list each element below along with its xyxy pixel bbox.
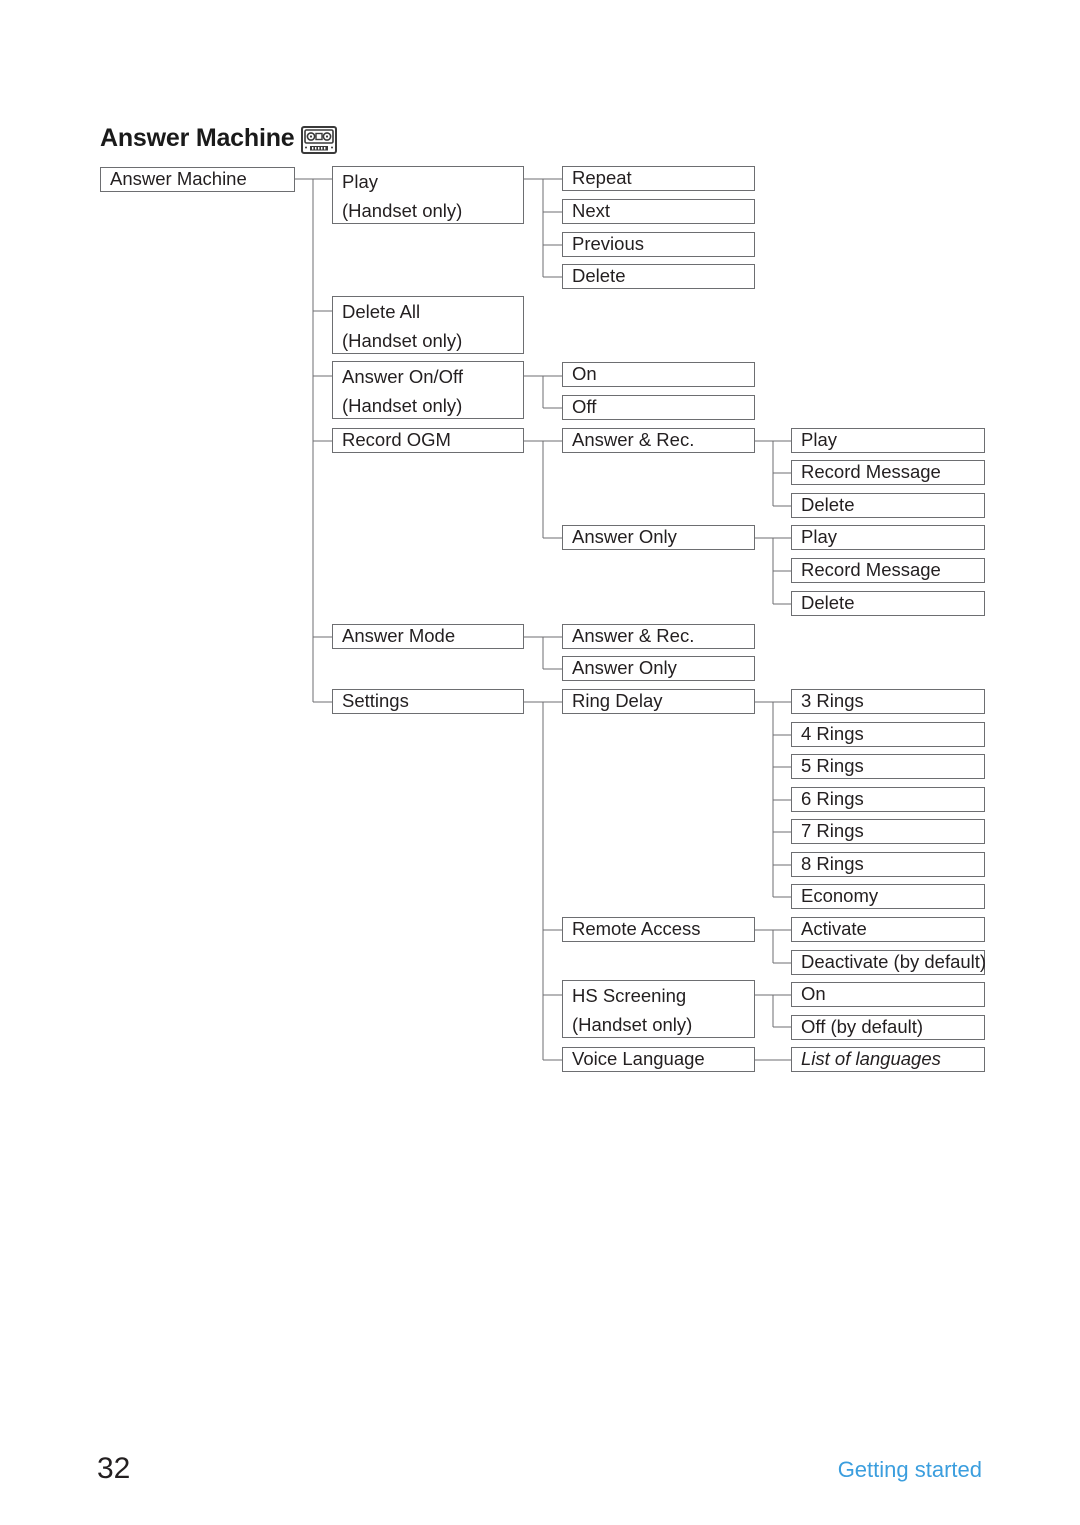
node-sublabel: (Handset only)	[342, 199, 463, 221]
node-remote-activate[interactable]: Activate	[791, 917, 985, 942]
node-play-delete[interactable]: Delete	[562, 264, 755, 289]
node-voice-language[interactable]: Voice Language	[562, 1047, 755, 1072]
page-number: 32	[97, 1452, 131, 1485]
node-label: Deactivate (by default)	[801, 951, 987, 973]
node-hs-off[interactable]: Off (by default)	[791, 1015, 985, 1040]
node-label: Answer Only	[572, 657, 677, 679]
node-label: Off (by default)	[801, 1016, 924, 1038]
node-hs-screening[interactable]: HS Screening (Handset only)	[562, 980, 755, 1038]
node-label: Answer Mode	[342, 625, 456, 647]
node-label: Remote Access	[572, 918, 701, 940]
node-remote-access[interactable]: Remote Access	[562, 917, 755, 942]
node-play-repeat[interactable]: Repeat	[562, 166, 755, 191]
node-label: Answer Machine	[110, 168, 247, 190]
node-label: Off	[572, 396, 597, 418]
node-remote-deactivate[interactable]: Deactivate (by default)	[791, 950, 987, 975]
node-ogm-answer-only[interactable]: Answer Only	[562, 525, 755, 550]
node-mode-answer-only[interactable]: Answer Only	[562, 656, 755, 681]
node-label: On	[801, 983, 826, 1005]
node-label: Delete	[801, 494, 855, 516]
node-mode-answer-and-rec[interactable]: Answer & Rec.	[562, 624, 755, 649]
page-title: Answer Machine	[100, 124, 295, 152]
node-label: Economy	[801, 885, 879, 907]
node-label: Record OGM	[342, 429, 451, 451]
node-label: Answer Only	[572, 526, 677, 548]
node-ring-6[interactable]: 6 Rings	[791, 787, 985, 812]
node-ogm-ar-play[interactable]: Play	[791, 428, 985, 453]
node-ring-4[interactable]: 4 Rings	[791, 722, 985, 747]
node-ogm-answer-and-rec[interactable]: Answer & Rec.	[562, 428, 755, 453]
node-label: Voice Language	[572, 1048, 705, 1070]
node-label: HS Screening	[572, 985, 687, 1006]
node-ring-7[interactable]: 7 Rings	[791, 819, 985, 844]
node-ogm-ao-play[interactable]: Play	[791, 525, 985, 550]
node-answer-on[interactable]: On	[562, 362, 755, 387]
node-sublabel: (Handset only)	[342, 394, 463, 416]
node-label: Answer & Rec.	[572, 625, 695, 647]
node-ogm-ao-delete[interactable]: Delete	[791, 591, 985, 616]
node-label: Repeat	[572, 167, 632, 189]
node-label: 8 Rings	[801, 853, 864, 875]
node-label: 4 Rings	[801, 723, 864, 745]
node-label: 7 Rings	[801, 820, 864, 842]
node-sublabel: (Handset only)	[342, 329, 463, 351]
node-ring-8[interactable]: 8 Rings	[791, 852, 985, 877]
node-label: 6 Rings	[801, 788, 864, 810]
node-ring-economy[interactable]: Economy	[791, 884, 985, 909]
node-answer-on-off[interactable]: Answer On/Off (Handset only)	[332, 361, 524, 419]
node-ogm-ar-record-message[interactable]: Record Message	[791, 460, 985, 485]
node-label: List of languages	[801, 1048, 941, 1070]
node-label: Play	[342, 171, 378, 192]
node-label: Next	[572, 200, 611, 222]
node-ring-5[interactable]: 5 Rings	[791, 754, 985, 779]
node-delete-all[interactable]: Delete All (Handset only)	[332, 296, 524, 354]
node-play[interactable]: Play (Handset only)	[332, 166, 524, 224]
node-label: Previous	[572, 233, 644, 255]
node-label: Ring Delay	[572, 690, 663, 712]
node-ogm-ao-record-message[interactable]: Record Message	[791, 558, 985, 583]
node-label: Answer & Rec.	[572, 429, 695, 451]
node-label: Play	[801, 429, 837, 451]
node-label: On	[572, 363, 597, 385]
manual-page: Answer Machine Answer Machine Play (Hand…	[0, 0, 1080, 1525]
node-play-next[interactable]: Next	[562, 199, 755, 224]
node-play-previous[interactable]: Previous	[562, 232, 755, 257]
node-answer-mode[interactable]: Answer Mode	[332, 624, 524, 649]
node-ring-3[interactable]: 3 Rings	[791, 689, 985, 714]
node-label: 5 Rings	[801, 755, 864, 777]
node-label: Delete	[572, 265, 626, 287]
node-sublabel: (Handset only)	[572, 1013, 693, 1035]
node-label: Delete All	[342, 301, 421, 322]
node-answer-machine-root[interactable]: Answer Machine	[100, 167, 295, 192]
node-record-ogm[interactable]: Record OGM	[332, 428, 524, 453]
node-label: Record Message	[801, 461, 941, 483]
node-label: Record Message	[801, 559, 941, 581]
node-list-of-languages[interactable]: List of languages	[791, 1047, 985, 1072]
footer-section-label: Getting started	[837, 1457, 982, 1482]
node-label: Activate	[801, 918, 867, 940]
cassette-tape-icon	[301, 126, 337, 154]
node-hs-on[interactable]: On	[791, 982, 985, 1007]
node-label: Play	[801, 526, 837, 548]
node-ring-delay[interactable]: Ring Delay	[562, 689, 755, 714]
node-answer-off[interactable]: Off	[562, 395, 755, 420]
node-ogm-ar-delete[interactable]: Delete	[791, 493, 985, 518]
node-settings[interactable]: Settings	[332, 689, 524, 714]
node-label: Answer On/Off	[342, 366, 463, 387]
node-label: Delete	[801, 592, 855, 614]
node-label: 3 Rings	[801, 690, 864, 712]
node-label: Settings	[342, 690, 409, 712]
